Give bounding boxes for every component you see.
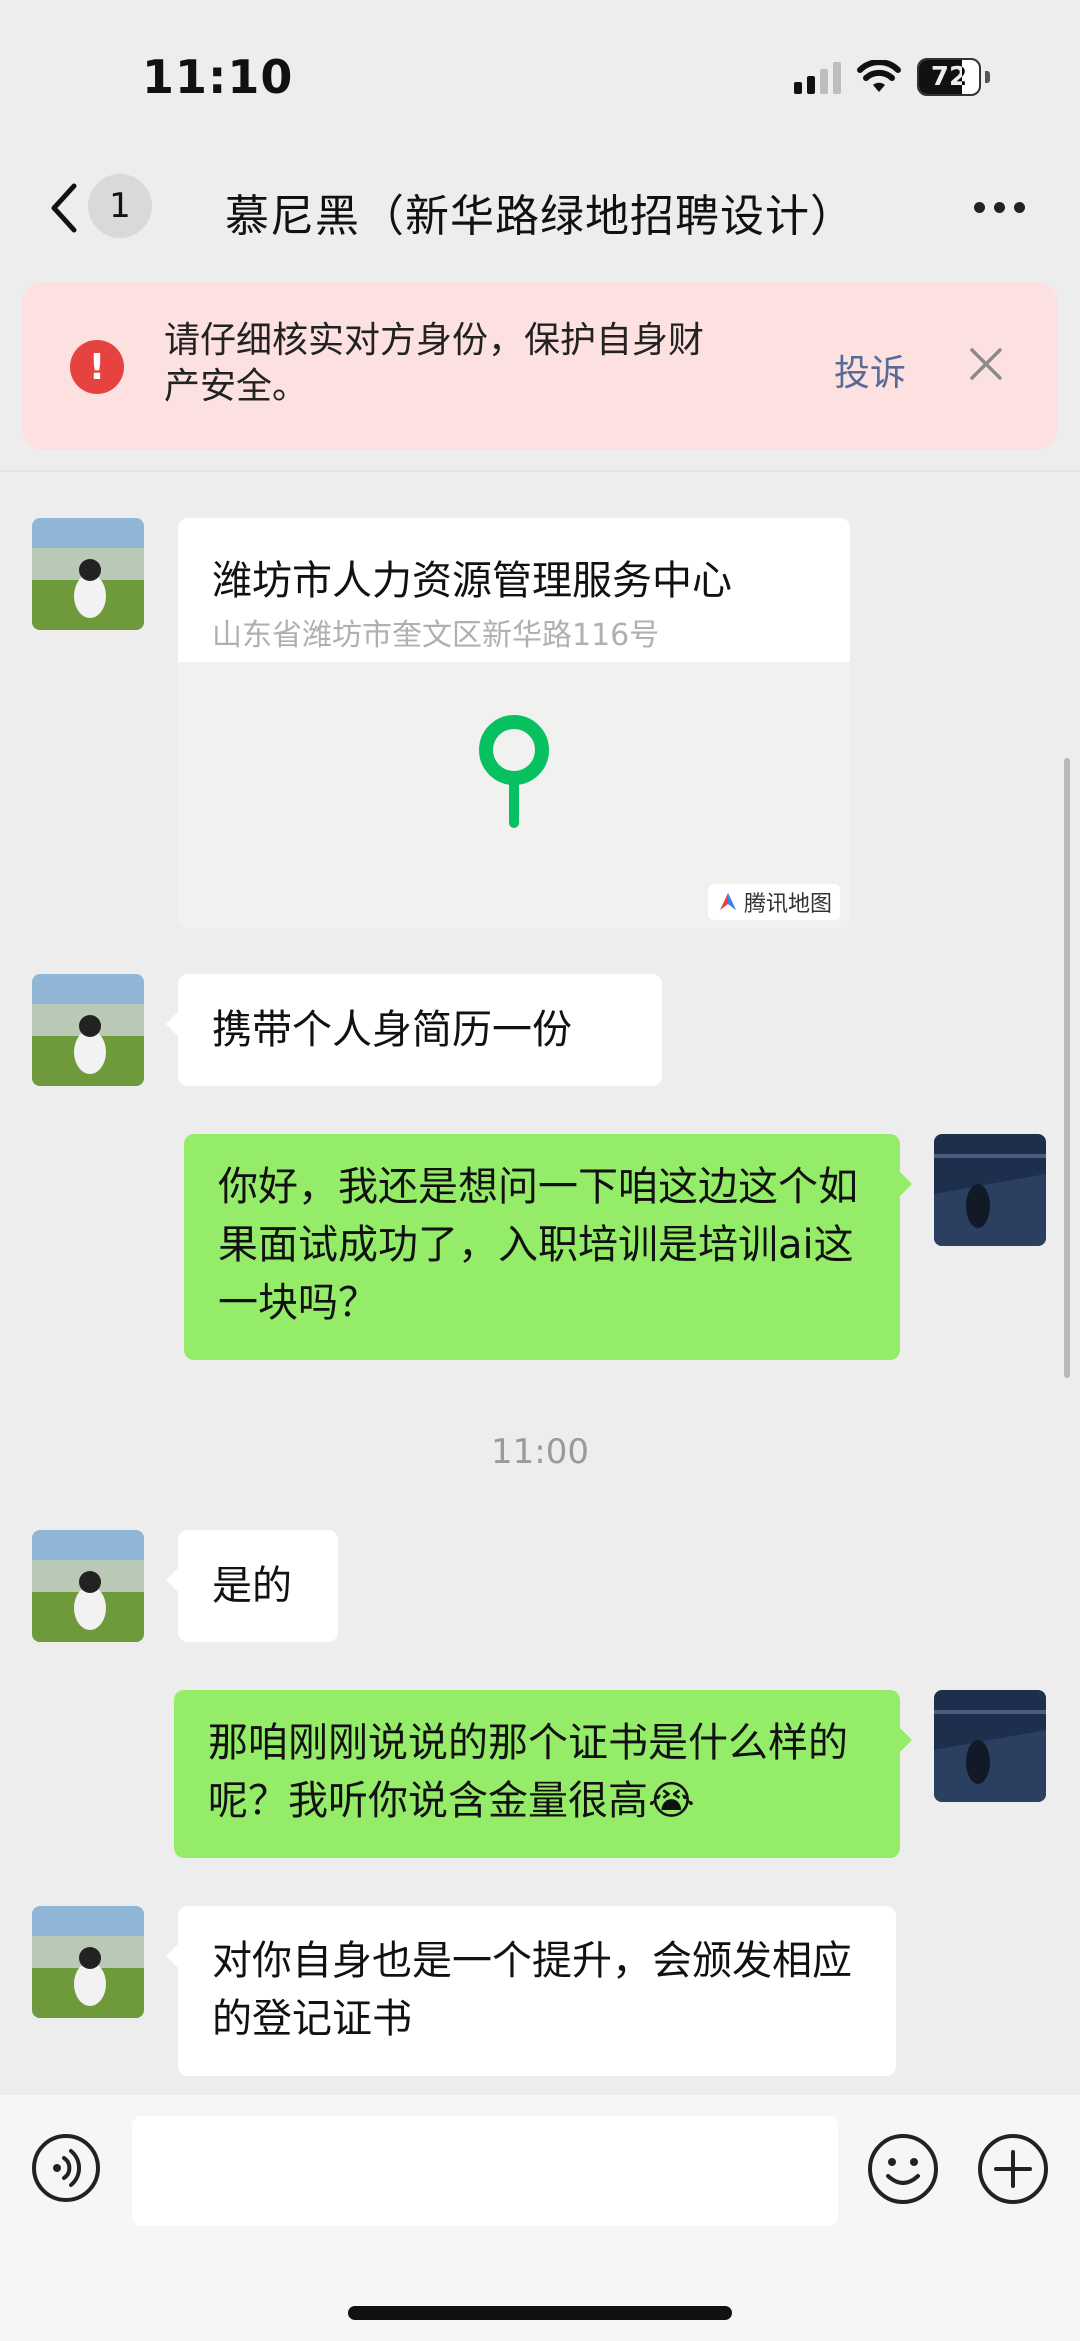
location-address: 山东省潍坊市奎文区新华路116号 (212, 618, 660, 653)
message-input[interactable] (132, 2116, 838, 2226)
message-text: 你好，我还是想问一下咱这边这个如果面试成功了，入职培训是培训ai这一块吗？ (218, 1164, 858, 1326)
message-text: 那咱刚刚说说的那个证书是什么样的呢？我听你说含金量很高😭 (208, 1720, 848, 1824)
chat-title: 慕尼黑（新华路绿地招聘设计） (225, 191, 855, 242)
divider (0, 470, 1080, 472)
map-pin-icon (479, 715, 549, 828)
more-options-icon[interactable] (974, 202, 1025, 213)
battery-cap (985, 71, 990, 83)
message-text: 携带个人身简历一份 (212, 1007, 572, 1053)
contact-avatar[interactable] (32, 974, 144, 1086)
emoji-icon[interactable] (866, 2132, 940, 2206)
contact-avatar[interactable] (32, 518, 144, 630)
battery-level: 72 (930, 62, 968, 92)
status-icons: 72 (794, 58, 990, 96)
map-preview: 腾讯地图 (178, 662, 850, 928)
close-icon[interactable] (966, 344, 1006, 384)
my-avatar[interactable] (934, 1690, 1046, 1802)
received-message[interactable]: 对你自身也是一个提升，会颁发相应的登记证书 (166, 1906, 896, 2076)
cellular-signal-icon (794, 60, 841, 94)
status-time: 11:10 (142, 50, 294, 104)
map-brand-badge: 腾讯地图 (707, 884, 840, 920)
message-text: 是的 (212, 1563, 292, 1609)
status-bar: 11:10 72 (0, 0, 1080, 150)
home-indicator[interactable] (348, 2306, 732, 2320)
report-button[interactable]: 投诉 (834, 344, 906, 396)
location-message-card[interactable]: 潍坊市人力资源管理服务中心 山东省潍坊市奎文区新华路116号 腾讯地图 (178, 518, 850, 928)
contact-avatar[interactable] (32, 1530, 144, 1642)
sent-message[interactable]: 那咱刚刚说说的那个证书是什么样的呢？我听你说含金量很高😭 (174, 1690, 912, 1858)
map-brand-label: 腾讯地图 (743, 892, 832, 917)
my-avatar[interactable] (934, 1134, 1046, 1246)
wifi-icon (857, 60, 901, 92)
security-warning-banner: ! 请仔细核实对方身份，保护自身财产安全。 投诉 (22, 282, 1058, 450)
alert-icon: ! (70, 340, 124, 394)
message-text: 对你自身也是一个提升，会颁发相应的登记证书 (212, 1938, 852, 2042)
message-timestamp: 11:00 (491, 1432, 589, 1472)
battery-icon: 72 (917, 58, 981, 96)
received-message[interactable]: 是的 (166, 1530, 338, 1642)
warning-text: 请仔细核实对方身份，保护自身财产安全。 (164, 320, 705, 407)
received-message[interactable]: 携带个人身简历一份 (166, 974, 662, 1086)
sent-message[interactable]: 你好，我还是想问一下咱这边这个如果面试成功了，入职培训是培训ai这一块吗？ (184, 1134, 912, 1360)
location-name: 潍坊市人力资源管理服务中心 (212, 558, 732, 604)
contact-avatar[interactable] (32, 1906, 144, 2018)
scrollbar[interactable] (1064, 758, 1070, 1378)
plus-icon[interactable] (976, 2132, 1050, 2206)
tencent-map-logo-icon (719, 893, 736, 910)
voice-input-icon[interactable] (30, 2132, 102, 2204)
